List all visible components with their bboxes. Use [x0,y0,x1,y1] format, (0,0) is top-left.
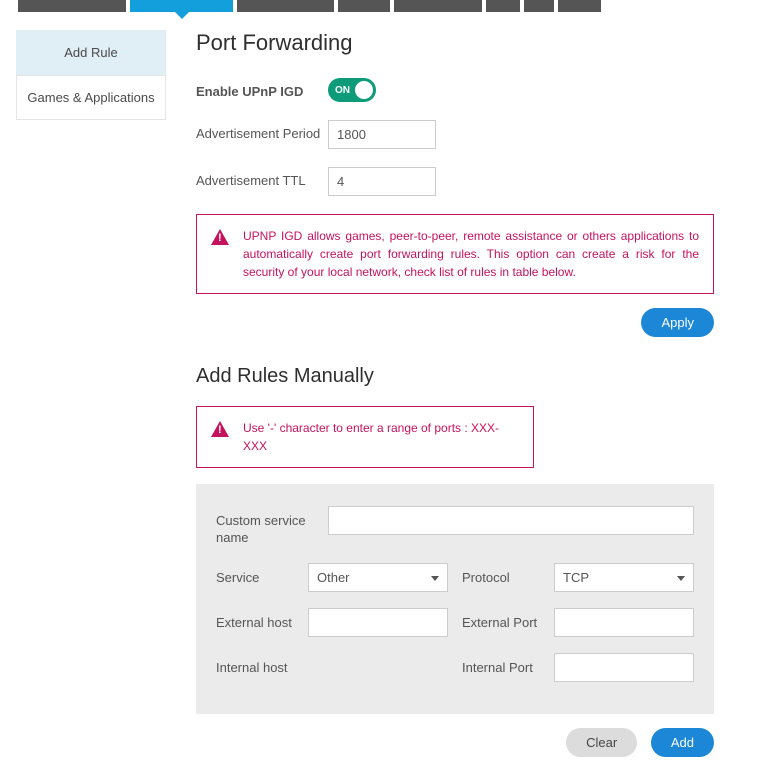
custom-name-input[interactable] [328,506,694,535]
external-host-input[interactable] [308,608,448,637]
sidebar-item-games-applications[interactable]: Games & Applications [16,75,166,120]
nav-tab-0[interactable] [18,0,126,12]
apply-button[interactable]: Apply [641,308,714,337]
warning-icon [211,229,229,245]
sidebar-item-add-rule[interactable]: Add Rule [16,30,166,75]
nav-tab-2[interactable] [237,0,334,12]
custom-name-label: Custom service name [216,506,314,547]
manual-rule-panel: Custom service name Service Other Protoc… [196,484,714,714]
ad-period-label: Advertisement Period [196,120,328,143]
page-title: Port Forwarding [196,30,714,56]
add-button[interactable]: Add [651,728,714,757]
nav-tab-4[interactable] [394,0,482,12]
internal-host-label: Internal host [216,653,294,677]
nav-tab-7[interactable] [558,0,601,12]
external-port-label: External Port [462,608,540,632]
clear-button[interactable]: Clear [566,728,637,757]
external-host-label: External host [216,608,294,632]
protocol-label: Protocol [462,563,540,587]
sidebar: Add RuleGames & Applications [16,30,166,771]
range-hint-text: Use '-' character to enter a range of po… [243,419,519,455]
upnp-warning: UPNP IGD allows games, peer-to-peer, rem… [196,214,714,294]
toggle-on-text: ON [335,85,350,96]
upnp-warning-text: UPNP IGD allows games, peer-to-peer, rem… [243,227,699,281]
range-hint: Use '-' character to enter a range of po… [196,406,534,468]
internal-port-input[interactable] [554,653,694,682]
enable-upnp-toggle[interactable]: ON [328,78,376,102]
nav-tab-3[interactable] [338,0,390,12]
enable-upnp-label: Enable UPnP IGD [196,78,328,101]
protocol-select[interactable]: TCP [554,563,694,592]
warning-icon [211,421,229,437]
add-rules-title: Add Rules Manually [196,365,714,388]
nav-tab-5[interactable] [486,0,520,12]
toggle-knob [355,81,373,99]
ad-period-input[interactable] [328,120,436,149]
service-select[interactable]: Other [308,563,448,592]
ad-ttl-input[interactable] [328,167,436,196]
ad-ttl-label: Advertisement TTL [196,167,328,190]
nav-tab-1[interactable] [130,0,233,12]
service-label: Service [216,563,294,587]
external-port-input[interactable] [554,608,694,637]
nav-tab-6[interactable] [524,0,554,12]
internal-port-label: Internal Port [462,653,540,677]
top-nav [0,0,768,12]
